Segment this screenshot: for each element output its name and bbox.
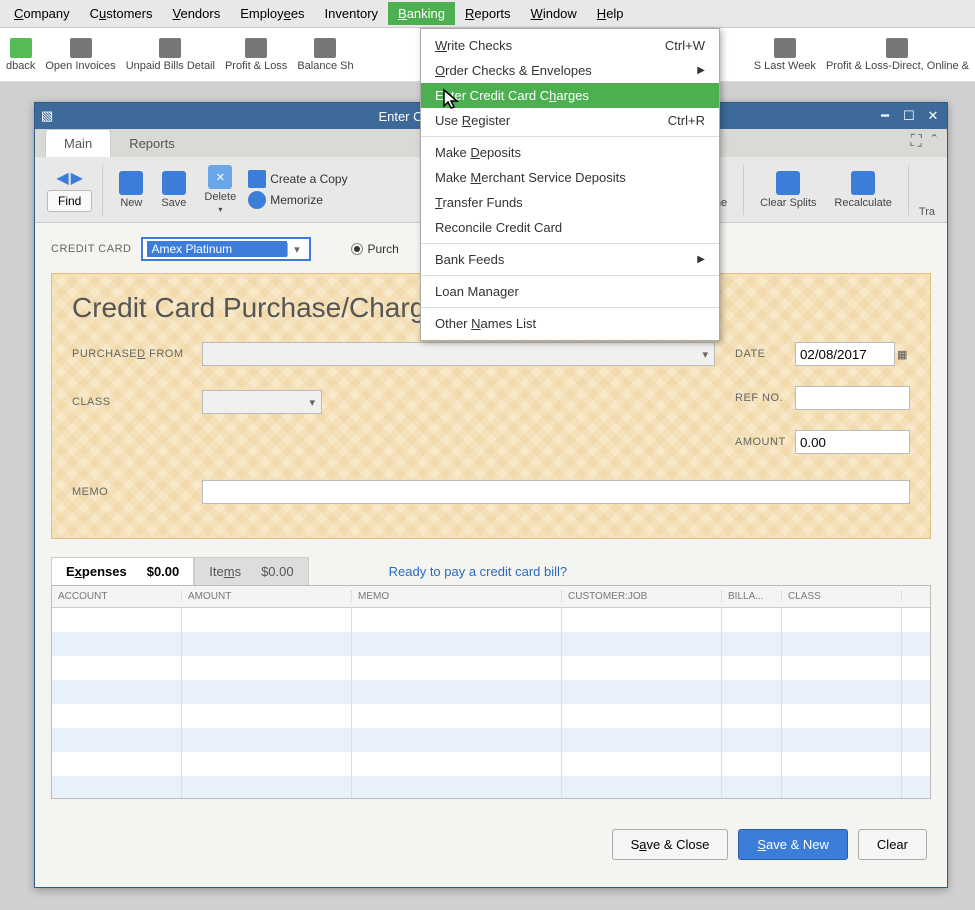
recalculate-button[interactable]: Recalculate [828,171,897,209]
clear-button[interactable]: Clear [858,829,927,860]
menu-banking[interactable]: Banking [388,2,455,25]
menu-other-names[interactable]: Other Names List [421,311,719,336]
date-input[interactable] [795,342,895,366]
amount-input[interactable] [795,430,910,454]
menu-transfer-funds[interactable]: Transfer Funds [421,190,719,215]
col-customer-job[interactable]: CUSTOMER:JOB [562,591,722,602]
next-arrow-icon[interactable]: ▶ [71,168,83,188]
submenu-arrow-icon: ▶ [697,254,705,265]
grid-body[interactable] [52,608,930,798]
minimize-icon[interactable]: ━ [877,108,893,124]
credit-card-select[interactable]: Amex Platinum ▾ [141,237,311,261]
expand-icon[interactable]: ⛶ [910,133,921,151]
table-row [52,752,930,776]
toolbar-open-invoices[interactable]: Open Invoices [45,38,115,72]
menu-reports[interactable]: Reports [455,2,521,25]
col-billable[interactable]: BILLA... [722,591,782,602]
toolbar-profit-loss[interactable]: Profit & Loss [225,38,287,72]
footer: Save & Close Save & New Clear [35,813,947,876]
toolbar-feedback[interactable]: dback [6,38,35,72]
save-new-button[interactable]: Save & New [738,829,848,860]
window-menu-icon[interactable]: ▧ [41,108,53,124]
table-row [52,704,930,728]
menu-reconcile-cc[interactable]: Reconcile Credit Card [421,215,719,240]
refno-input[interactable] [795,386,910,410]
expenses-grid: ACCOUNT AMOUNT MEMO CUSTOMER:JOB BILLA..… [51,585,931,799]
menu-make-deposits[interactable]: Make Deposits [421,140,719,165]
calendar-icon[interactable]: ▦ [897,348,907,361]
menu-vendors[interactable]: Vendors [163,2,231,25]
menu-use-register[interactable]: Use RegisterCtrl+R [421,108,719,133]
close-icon[interactable]: ✕ [925,108,941,124]
delete-button[interactable]: ✕Delete▾ [198,165,242,214]
save-button[interactable]: Save [155,171,192,209]
expenses-tab[interactable]: Expenses$0.00 [51,557,194,585]
cc-label: CREDIT CARD [51,243,131,255]
col-memo[interactable]: MEMO [352,591,562,602]
submenu-arrow-icon: ▶ [697,65,705,76]
memo-input[interactable] [202,480,910,504]
purchased-from-select[interactable] [202,342,715,366]
menu-order-checks[interactable]: Order Checks & Envelopes▶ [421,58,719,83]
toolbar-unpaid-bills[interactable]: Unpaid Bills Detail [126,38,215,72]
tab-reports[interactable]: Reports [111,130,193,157]
toolbar-balance-sheet[interactable]: Balance Sh [297,38,353,72]
menu-inventory[interactable]: Inventory [315,2,388,25]
amount-label: AMOUNT [735,436,795,448]
menu-enter-cc-charges[interactable]: Enter Credit Card Charges [421,83,719,108]
menu-help[interactable]: Help [587,2,634,25]
collapse-icon[interactable]: ˆ [932,133,937,151]
pay-cc-link[interactable]: Ready to pay a credit card bill? [389,564,567,579]
maximize-icon[interactable]: ☐ [901,108,917,124]
toolbar-pl-direct[interactable]: Profit & Loss-Direct, Online & [826,38,969,72]
create-copy-button[interactable]: Create a Copy [248,170,347,188]
table-row [52,608,930,632]
col-amount[interactable]: AMOUNT [182,591,352,602]
memorize-button[interactable]: Memorize [248,191,347,209]
menu-company[interactable]: Company [4,2,80,25]
items-tab[interactable]: Items$0.00 [194,557,308,585]
date-label: DATE [735,348,795,360]
purchased-from-label: PURCHASED FROM [72,348,202,360]
table-row [52,632,930,656]
tab-main[interactable]: Main [45,129,111,157]
menu-loan-manager[interactable]: Loan Manager [421,279,719,304]
class-select[interactable] [202,390,322,414]
table-row [52,656,930,680]
clear-splits-button[interactable]: Clear Splits [754,171,822,209]
col-account[interactable]: ACCOUNT [52,591,182,602]
table-row [52,776,930,798]
banking-dropdown: Write ChecksCtrl+W Order Checks & Envelo… [420,28,720,341]
menu-write-checks[interactable]: Write ChecksCtrl+W [421,33,719,58]
class-label: CLASS [72,396,202,408]
purchase-radio[interactable]: Purch [351,242,398,256]
table-row [52,680,930,704]
menu-bank-feeds[interactable]: Bank Feeds▶ [421,247,719,272]
prev-arrow-icon[interactable]: ◀ [56,168,68,188]
menubar: Company Customers Vendors Employees Inve… [0,0,975,28]
col-class[interactable]: CLASS [782,591,902,602]
table-row [52,728,930,752]
memo-label: MEMO [72,486,202,498]
new-button[interactable]: New [113,171,149,209]
refno-label: REF NO. [735,392,795,404]
subtabs: Expenses$0.00 Items$0.00 Ready to pay a … [51,557,931,585]
save-close-button[interactable]: Save & Close [612,829,729,860]
ribbon-overflow[interactable]: Tra [919,206,935,222]
menu-employees[interactable]: Employees [230,2,314,25]
find-button[interactable]: Find [47,190,92,212]
menu-window[interactable]: Window [521,2,587,25]
chevron-down-icon: ▾ [287,243,305,256]
menu-customers[interactable]: Customers [80,2,163,25]
toolbar-last-week[interactable]: S Last Week [754,38,816,72]
menu-merchant-deposits[interactable]: Make Merchant Service Deposits [421,165,719,190]
